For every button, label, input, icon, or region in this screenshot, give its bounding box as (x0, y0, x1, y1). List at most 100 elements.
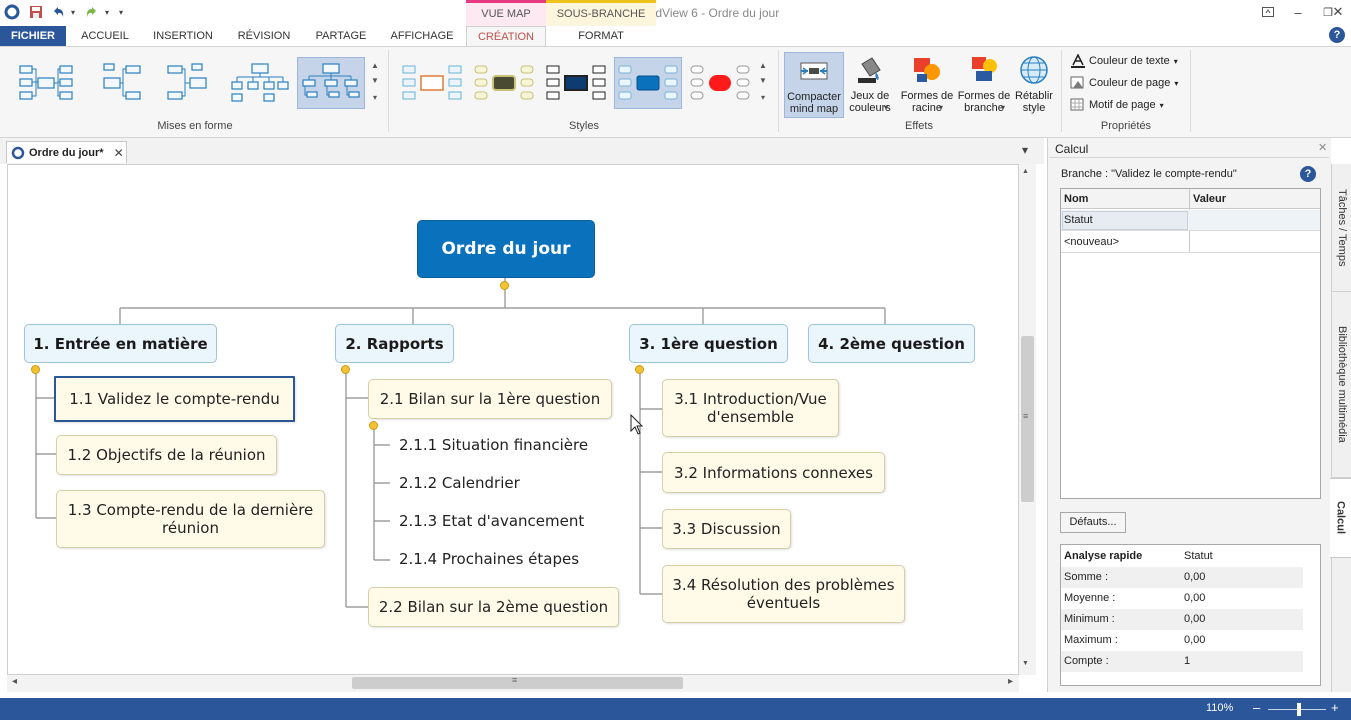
layout-top-down-icon[interactable] (228, 57, 292, 109)
side-tab-media-label: Bibliothèque multimédia (1336, 326, 1348, 443)
styles-scroll-down[interactable]: ▼ (758, 73, 768, 88)
defaults-button[interactable]: Défauts... (1060, 512, 1126, 533)
subbranch-3-1-line-1: 3.1 Introduction/Vue (674, 390, 827, 408)
layout-right-icon[interactable] (158, 57, 222, 109)
scroll-left-arrow[interactable]: ◂ (12, 676, 17, 687)
layouts-scroll-up[interactable]: ▲ (370, 58, 380, 73)
zoom-level: 110% (1206, 702, 1234, 714)
branch-3-collapse-knob[interactable] (635, 365, 644, 374)
subbranch-node-1-3[interactable]: 1.3 Compte-rendu de la dernière réunion (56, 490, 325, 548)
analysis-sum-value: 0,00 (1184, 571, 1206, 583)
layout-org-chart-icon[interactable] (297, 57, 365, 109)
branch-node-1[interactable]: 1. Entrée en matière (24, 324, 217, 363)
style-blue-icon[interactable] (614, 57, 682, 109)
reset-style-label-2: style (1022, 102, 1046, 114)
root-node[interactable]: Ordre du jour (417, 220, 595, 278)
vertical-thumb-grip: ≡ (1023, 411, 1029, 421)
scroll-right-arrow[interactable]: ▸ (1008, 676, 1013, 687)
color-sets-dropdown-icon[interactable]: ▾ (884, 103, 888, 112)
analysis-mean-label: Moyenne : (1064, 592, 1116, 604)
tab-insertion[interactable]: INSERTION (145, 26, 221, 46)
group-label-effects: Effets (905, 120, 933, 132)
column-header-valeur[interactable]: Valeur (1190, 189, 1226, 209)
styles-scroll-up[interactable]: ▲ (758, 58, 768, 73)
tab-format[interactable]: FORMAT (556, 26, 646, 46)
layouts-more[interactable]: ▾ (370, 90, 380, 105)
side-tab-tasks[interactable]: Tâches / Temps (1332, 164, 1351, 292)
zoom-in-button[interactable]: + (1331, 700, 1339, 715)
style-orange-icon[interactable] (398, 57, 466, 109)
layout-left-icon[interactable] (86, 57, 150, 109)
tab-affichage[interactable]: AFFICHAGE (383, 26, 461, 46)
window-title: MatchWare MindView 6 - Ordre du jour (571, 6, 780, 20)
layout-map-icon[interactable] (14, 57, 78, 109)
layouts-scroll-down[interactable]: ▼ (370, 73, 380, 88)
leaf-2-1-2[interactable]: 2.1.2 Calendrier (399, 474, 520, 492)
root-shapes-dropdown-icon[interactable]: ▾ (939, 103, 943, 112)
row-new-name[interactable]: <nouveau> (1061, 232, 1119, 252)
document-tab-close-icon[interactable]: ✕ (114, 146, 124, 160)
subbranch-node-2-1[interactable]: 2.1 Bilan sur la 1ère question (368, 379, 612, 419)
document-list-dropdown-icon[interactable]: ▾ (1022, 143, 1028, 157)
zoom-out-button[interactable]: – (1253, 700, 1260, 715)
styles-more[interactable]: ▾ (758, 90, 768, 105)
subbranch-node-3-2[interactable]: 3.2 Informations connexes (662, 452, 885, 493)
compact-mind-map-button[interactable]: Compacter mind map (784, 52, 844, 118)
subbranch-node-3-1[interactable]: 3.1 Introduction/Vue d'ensemble (662, 379, 839, 437)
scroll-up-arrow[interactable]: ▲ (1022, 168, 1029, 175)
tab-revision[interactable]: RÉVISION (229, 26, 299, 46)
page-pattern-dropdown-icon: ▾ (1159, 100, 1164, 110)
reset-style-button[interactable]: Rétablir style (1010, 52, 1058, 118)
document-tab-strip (0, 138, 1044, 164)
branch-2-collapse-knob[interactable] (341, 365, 350, 374)
subbranch-node-3-4[interactable]: 3.4 Résolution des problèmes éventuels (662, 565, 905, 623)
help-icon[interactable]: ? (1329, 27, 1345, 43)
group-separator (1190, 50, 1191, 132)
row-statut-name[interactable]: Statut (1061, 210, 1093, 230)
tab-fichier[interactable]: FICHIER (0, 26, 66, 46)
compact-label-2: mind map (789, 103, 839, 115)
root-shapes-button[interactable]: Formes de racine (898, 52, 956, 118)
page-pattern-button[interactable]: Motif de page ▾ (1070, 95, 1164, 115)
text-color-button[interactable]: Couleur de texte ▾ (1070, 51, 1178, 71)
subbranch-node-2-2[interactable]: 2.2 Bilan sur la 2ème question (368, 587, 619, 627)
mind-map-canvas[interactable]: Ordre du jour 1. Entrée en matière 2. Ra… (7, 164, 1019, 675)
subbranch-2-1-collapse-knob[interactable] (369, 421, 378, 430)
root-shapes-icon (911, 54, 943, 86)
text-color-icon (1070, 53, 1086, 68)
group-label-styles: Styles (569, 120, 599, 132)
branch-node-3[interactable]: 3. 1ère question (629, 324, 788, 363)
scroll-down-arrow[interactable]: ▼ (1022, 660, 1029, 667)
branch-shapes-dropdown-icon[interactable]: ▾ (1001, 103, 1005, 112)
subbranch-node-1-2[interactable]: 1.2 Objectifs de la réunion (56, 435, 277, 475)
horizontal-scroll-thumb[interactable] (352, 677, 683, 689)
leaf-2-1-1[interactable]: 2.1.1 Situation financière (399, 436, 588, 454)
subbranch-node-1-1[interactable]: 1.1 Validez le compte-rendu (54, 376, 295, 422)
ribbon-options-icon[interactable] (1253, 2, 1283, 22)
tab-creation[interactable]: CRÉATION (466, 26, 546, 47)
leaf-2-1-4[interactable]: 2.1.4 Prochaines étapes (399, 550, 579, 568)
group-label-layouts: Mises en forme (157, 120, 233, 132)
branch-node-2[interactable]: 2. Rapports (335, 324, 454, 363)
minimize-button[interactable]: – (1283, 2, 1313, 22)
document-tab[interactable]: Ordre du jour* ✕ (6, 141, 127, 163)
style-navy-icon[interactable] (542, 57, 610, 109)
root-collapse-knob[interactable] (500, 281, 509, 290)
tab-partage[interactable]: PARTAGE (306, 26, 376, 46)
leaf-2-1-3[interactable]: 2.1.3 Etat d'avancement (399, 512, 584, 530)
column-header-nom[interactable]: Nom (1061, 189, 1088, 209)
style-red-icon[interactable] (686, 57, 754, 109)
branch-node-4[interactable]: 4. 2ème question (808, 324, 975, 363)
close-button[interactable]: ✕ (1323, 2, 1351, 22)
branch-1-collapse-knob[interactable] (31, 365, 40, 374)
side-tab-calcul[interactable]: Calcul (1330, 478, 1351, 558)
tab-accueil[interactable]: ACCUEIL (72, 26, 138, 46)
style-olive-icon[interactable] (470, 57, 538, 109)
subbranch-node-3-3[interactable]: 3.3 Discussion (662, 509, 791, 549)
color-sets-button[interactable]: Jeux de couleurs (844, 52, 896, 118)
zoom-slider-thumb[interactable] (1297, 703, 1301, 716)
side-tab-media-library[interactable]: Bibliothèque multimédia (1332, 292, 1351, 478)
page-color-button[interactable]: Couleur de page ▾ (1070, 73, 1178, 93)
pane-close-icon[interactable]: ✕ (1318, 141, 1327, 154)
pane-help-icon[interactable]: ? (1300, 166, 1316, 182)
